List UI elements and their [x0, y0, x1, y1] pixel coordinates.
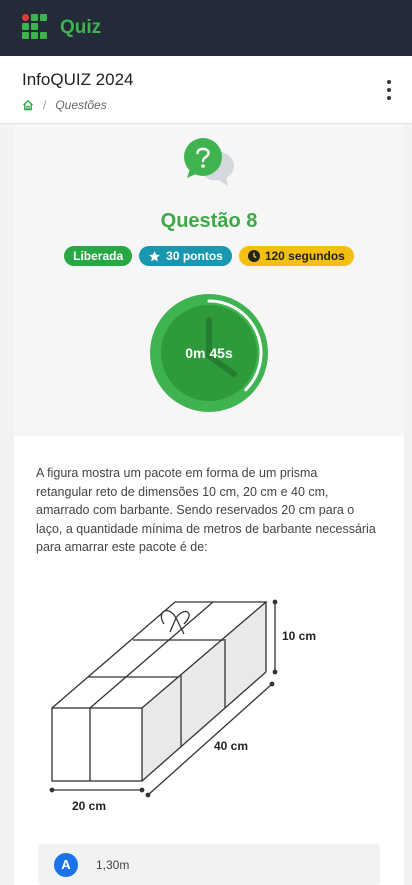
question-badges: Liberada 30 pontos 120 segundos — [14, 246, 404, 266]
app-logo-icon[interactable] — [22, 14, 48, 42]
figure-length-label: 40 cm — [214, 739, 248, 753]
question-text: A figura mostra um pacote em forma de um… — [36, 466, 376, 554]
figure-width-label: 20 cm — [72, 799, 106, 812]
breadcrumb: / Questões — [22, 98, 390, 112]
question-chat-icon — [184, 138, 234, 186]
points-badge-label: 30 pontos — [166, 249, 223, 263]
prism-figure: 10 cm 40 cm 20 cm — [49, 599, 316, 812]
status-badge: Liberada — [64, 246, 133, 266]
status-badge-label: Liberada — [73, 249, 124, 263]
page-header: InfoQUIZ 2024 / Questões — [0, 56, 412, 124]
clock-icon — [247, 250, 260, 262]
question-body-card: A figura mostra um pacote em forma de um… — [14, 436, 404, 885]
option-letter: A — [54, 852, 78, 877]
question-summary-card: Questão 8 Liberada 30 pontos 120 segundo… — [14, 124, 404, 436]
points-badge: 30 pontos — [139, 246, 232, 266]
time-badge: 120 segundos — [238, 246, 354, 266]
option-a[interactable]: A 1,30m — [38, 844, 380, 885]
page-title: InfoQUIZ 2024 — [22, 70, 134, 89]
figure-height-label: 10 cm — [282, 629, 316, 643]
time-badge-label: 120 segundos — [264, 249, 345, 263]
option-text: 1,30m — [96, 857, 130, 872]
top-app-bar: Quiz — [0, 0, 412, 56]
home-icon[interactable] — [22, 99, 34, 111]
star-icon — [149, 250, 161, 261]
timer-label: 0m 45s — [185, 345, 233, 361]
breadcrumb-separator: / — [43, 98, 47, 112]
more-options-icon[interactable] — [386, 80, 392, 100]
app-brand[interactable]: Quiz — [60, 17, 101, 39]
question-title: Questão 8 — [160, 210, 258, 232]
breadcrumb-item-questoes[interactable]: Questões — [55, 98, 106, 112]
